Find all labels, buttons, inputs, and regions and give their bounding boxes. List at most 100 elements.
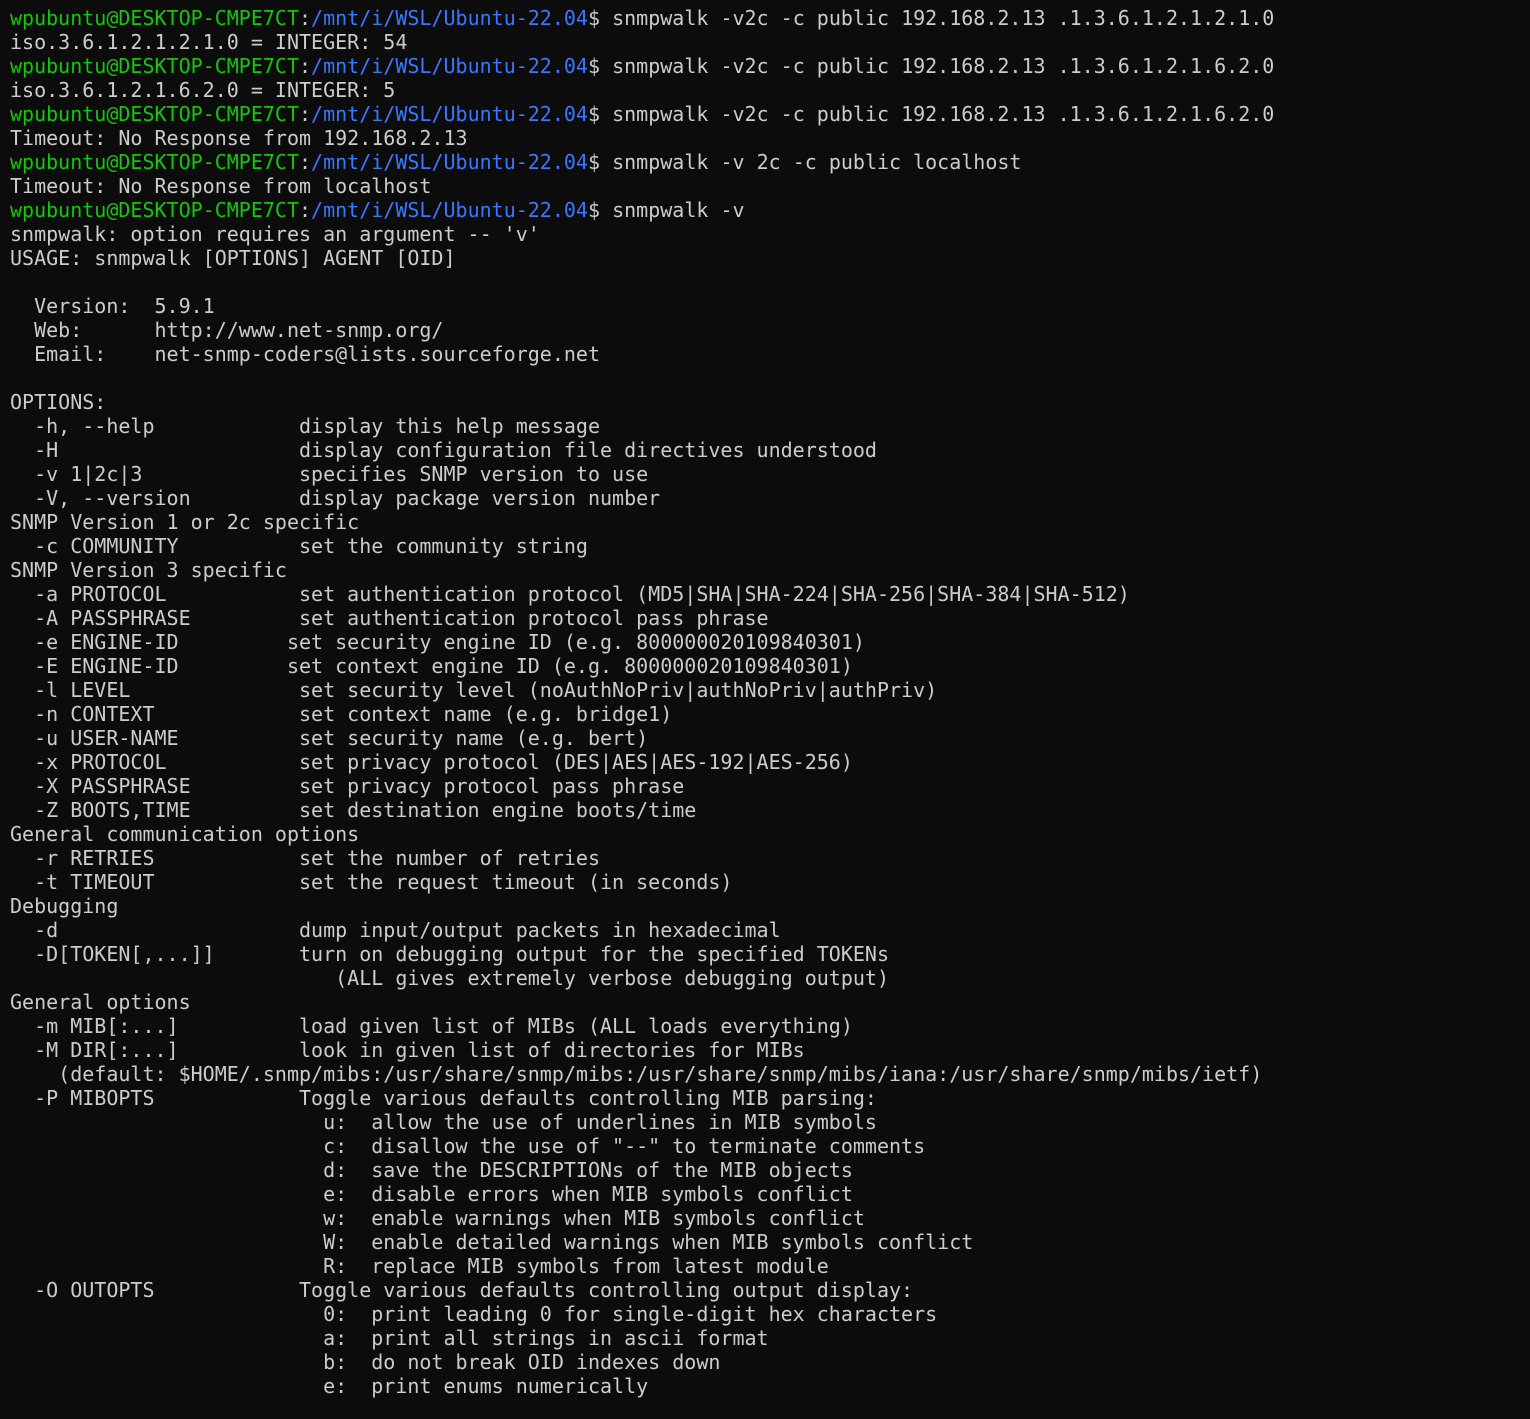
output-text: Email: net-snmp-coders@lists.sourceforge…	[10, 342, 601, 366]
output-text: USAGE: snmpwalk [OPTIONS] AGENT [OID]	[10, 246, 456, 270]
output-line: Email: net-snmp-coders@lists.sourceforge…	[10, 342, 1530, 366]
output-line: -d dump input/output packets in hexadeci…	[10, 918, 1530, 942]
command-text: snmpwalk -v	[612, 198, 745, 222]
output-line: -e ENGINE-ID set security engine ID (e.g…	[10, 630, 1530, 654]
output-text: u: allow the use of underlines in MIB sy…	[10, 1110, 877, 1134]
output-text: -X PASSPHRASE set privacy protocol pass …	[10, 774, 685, 798]
output-line: SNMP Version 1 or 2c specific	[10, 510, 1530, 534]
output-line: -Z BOOTS,TIME set destination engine boo…	[10, 798, 1530, 822]
output-line: u: allow the use of underlines in MIB sy…	[10, 1110, 1530, 1134]
output-text: -n CONTEXT set context name (e.g. bridge…	[10, 702, 673, 726]
output-line: -t TIMEOUT set the request timeout (in s…	[10, 870, 1530, 894]
output-text: -O OUTOPTS Toggle various defaults contr…	[10, 1278, 914, 1302]
prompt-path: /mnt/i/WSL/Ubuntu-22.04	[311, 150, 588, 174]
output-text: Web: http://www.net-snmp.org/	[10, 318, 444, 342]
prompt-separator: :	[298, 198, 312, 222]
output-line: Debugging	[10, 894, 1530, 918]
output-text: w: enable warnings when MIB symbols conf…	[10, 1206, 865, 1230]
output-text: -c COMMUNITY set the community string	[10, 534, 588, 558]
prompt-path: /mnt/i/WSL/Ubuntu-22.04	[311, 198, 588, 222]
command-text: snmpwalk -v2c -c public 192.168.2.13 .1.…	[612, 54, 1275, 78]
output-line: SNMP Version 3 specific	[10, 558, 1530, 582]
output-text: General options	[10, 990, 191, 1014]
output-line: -m MIB[:...] load given list of MIBs (AL…	[10, 1014, 1530, 1038]
output-text: iso.3.6.1.2.1.6.2.0 = INTEGER: 5	[10, 78, 396, 102]
output-text: c: disallow the use of "--" to terminate…	[10, 1134, 926, 1158]
output-line: R: replace MIB symbols from latest modul…	[10, 1254, 1530, 1278]
output-line: Version: 5.9.1	[10, 294, 1530, 318]
output-text: Debugging	[10, 894, 119, 918]
output-line: -V, --version display package version nu…	[10, 486, 1530, 510]
output-text: General communication options	[10, 822, 360, 846]
output-text: -P MIBOPTS Toggle various defaults contr…	[10, 1086, 877, 1110]
prompt-user-host: wpubuntu@DESKTOP-CMPE7CT	[10, 198, 299, 222]
output-line: -H display configuration file directives…	[10, 438, 1530, 462]
prompt-separator: :	[298, 102, 312, 126]
output-line: snmpwalk: option requires an argument --…	[10, 222, 1530, 246]
output-text: -t TIMEOUT set the request timeout (in s…	[10, 870, 733, 894]
prompt-symbol: $	[587, 102, 613, 126]
output-text: d: save the DESCRIPTIONs of the MIB obje…	[10, 1158, 853, 1182]
output-line: -n CONTEXT set context name (e.g. bridge…	[10, 702, 1530, 726]
prompt-user-host: wpubuntu@DESKTOP-CMPE7CT	[10, 6, 299, 30]
output-text: -h, --help display this help message	[10, 414, 601, 438]
output-text: e: disable errors when MIB symbols confl…	[10, 1182, 853, 1206]
prompt-user-host: wpubuntu@DESKTOP-CMPE7CT	[10, 102, 299, 126]
output-text: snmpwalk: option requires an argument --…	[10, 222, 540, 246]
output-line: USAGE: snmpwalk [OPTIONS] AGENT [OID]	[10, 246, 1530, 270]
output-text: Timeout: No Response from 192.168.2.13	[10, 126, 468, 150]
output-text: -V, --version display package version nu…	[10, 486, 661, 510]
output-line: -h, --help display this help message	[10, 414, 1530, 438]
output-line: -x PROTOCOL set privacy protocol (DES|AE…	[10, 750, 1530, 774]
output-text: -H display configuration file directives…	[10, 438, 877, 462]
output-line: -a PROTOCOL set authentication protocol …	[10, 582, 1530, 606]
output-line: -D[TOKEN[,...]] turn on debugging output…	[10, 942, 1530, 966]
output-line: b: do not break OID indexes down	[10, 1350, 1530, 1374]
output-text: -e ENGINE-ID set security engine ID (e.g…	[10, 630, 865, 654]
output-text: -m MIB[:...] load given list of MIBs (AL…	[10, 1014, 853, 1038]
output-text: -u USER-NAME set security name (e.g. ber…	[10, 726, 649, 750]
output-text: -M DIR[:...] look in given list of direc…	[10, 1038, 805, 1062]
output-line: -X PASSPHRASE set privacy protocol pass …	[10, 774, 1530, 798]
prompt-line: wpubuntu@DESKTOP-CMPE7CT:/mnt/i/WSL/Ubun…	[10, 150, 1530, 174]
terminal-window[interactable]: wpubuntu@DESKTOP-CMPE7CT:/mnt/i/WSL/Ubun…	[0, 0, 1530, 1419]
output-text: OPTIONS:	[10, 390, 107, 414]
output-line: 0: print leading 0 for single-digit hex …	[10, 1302, 1530, 1326]
output-line: -M DIR[:...] look in given list of direc…	[10, 1038, 1530, 1062]
output-text: W: enable detailed warnings when MIB sym…	[10, 1230, 974, 1254]
output-text: -r RETRIES set the number of retries	[10, 846, 601, 870]
output-text: e: print enums numerically	[10, 1374, 649, 1398]
output-line: Timeout: No Response from localhost	[10, 174, 1530, 198]
output-line: e: disable errors when MIB symbols confl…	[10, 1182, 1530, 1206]
output-line: -c COMMUNITY set the community string	[10, 534, 1530, 558]
output-line: General communication options	[10, 822, 1530, 846]
output-line: -r RETRIES set the number of retries	[10, 846, 1530, 870]
output-text: (ALL gives extremely verbose debugging o…	[10, 966, 889, 990]
output-text: SNMP Version 3 specific	[10, 558, 287, 582]
prompt-symbol: $	[587, 6, 613, 30]
prompt-path: /mnt/i/WSL/Ubuntu-22.04	[311, 6, 588, 30]
prompt-symbol: $	[587, 198, 613, 222]
output-line: -O OUTOPTS Toggle various defaults contr…	[10, 1278, 1530, 1302]
prompt-separator: :	[298, 54, 312, 78]
output-line: General options	[10, 990, 1530, 1014]
output-line: iso.3.6.1.2.1.6.2.0 = INTEGER: 5	[10, 78, 1530, 102]
output-text: b: do not break OID indexes down	[10, 1350, 721, 1374]
prompt-path: /mnt/i/WSL/Ubuntu-22.04	[311, 102, 588, 126]
prompt-symbol: $	[587, 150, 613, 174]
output-line: iso.3.6.1.2.1.2.1.0 = INTEGER: 54	[10, 30, 1530, 54]
output-text: -Z BOOTS,TIME set destination engine boo…	[10, 798, 697, 822]
prompt-line: wpubuntu@DESKTOP-CMPE7CT:/mnt/i/WSL/Ubun…	[10, 102, 1530, 126]
prompt-user-host: wpubuntu@DESKTOP-CMPE7CT	[10, 54, 299, 78]
prompt-separator: :	[298, 6, 312, 30]
output-line: (ALL gives extremely verbose debugging o…	[10, 966, 1530, 990]
output-line: d: save the DESCRIPTIONs of the MIB obje…	[10, 1158, 1530, 1182]
output-line: OPTIONS:	[10, 390, 1530, 414]
output-line: w: enable warnings when MIB symbols conf…	[10, 1206, 1530, 1230]
prompt-line: wpubuntu@DESKTOP-CMPE7CT:/mnt/i/WSL/Ubun…	[10, 6, 1530, 30]
output-line: -P MIBOPTS Toggle various defaults contr…	[10, 1086, 1530, 1110]
output-line: -A PASSPHRASE set authentication protoco…	[10, 606, 1530, 630]
output-text: -A PASSPHRASE set authentication protoco…	[10, 606, 769, 630]
output-line: e: print enums numerically	[10, 1374, 1530, 1398]
